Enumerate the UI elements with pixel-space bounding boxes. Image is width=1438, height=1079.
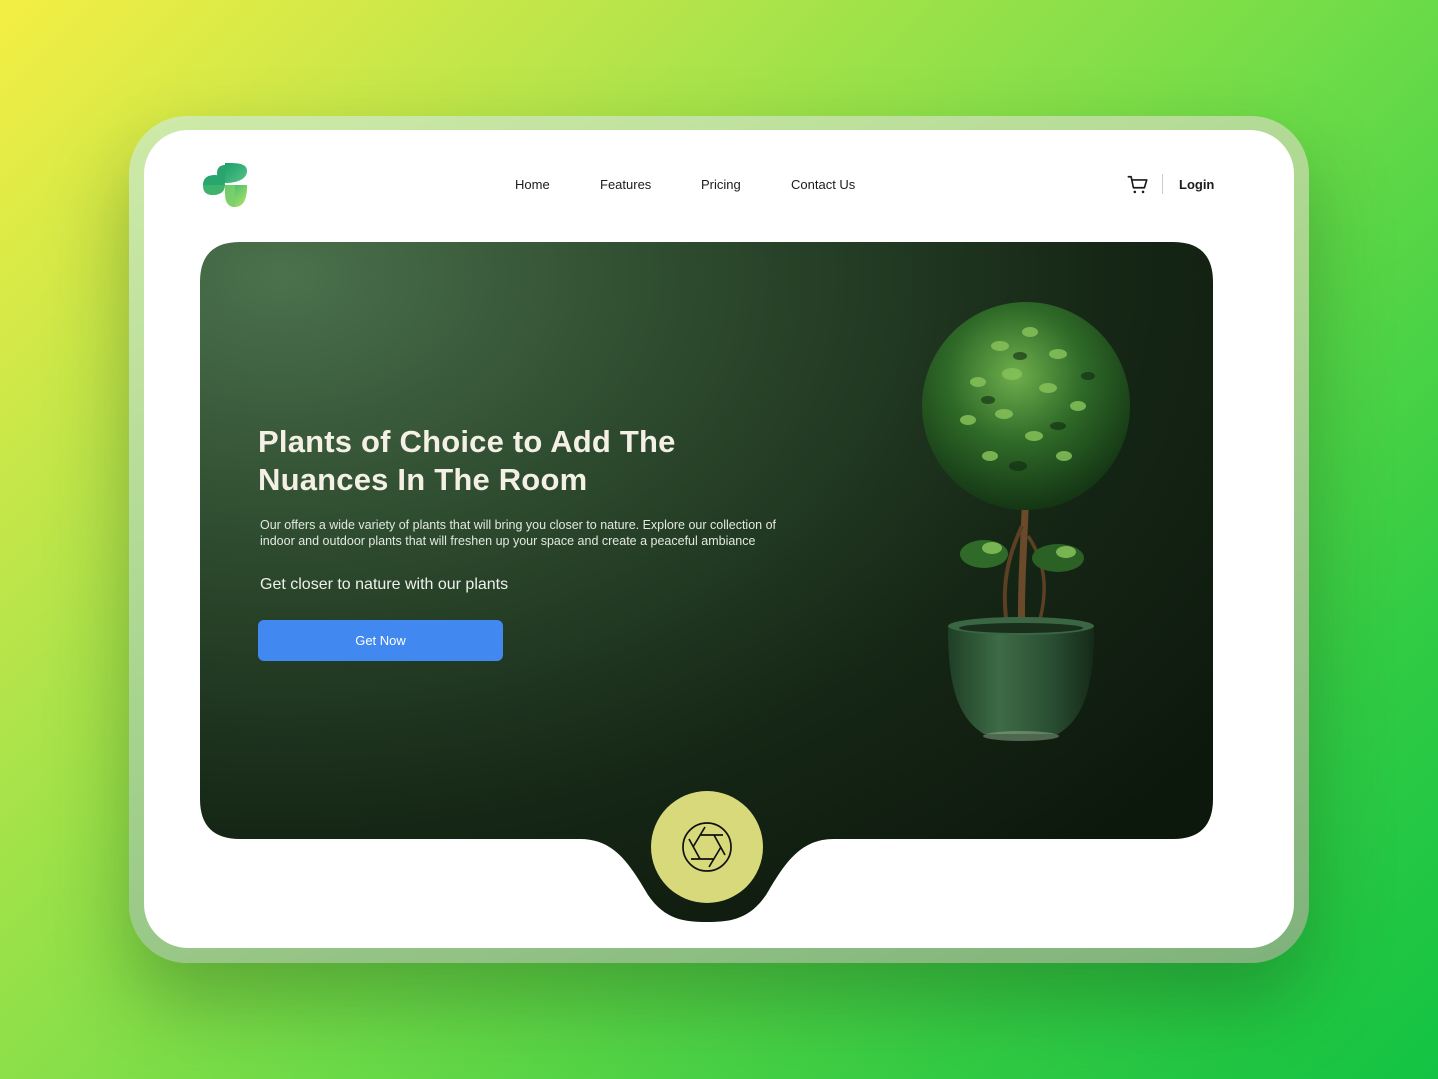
- cart-icon[interactable]: [1127, 174, 1149, 196]
- hero-tagline: Get closer to nature with our plants: [260, 576, 509, 593]
- potted-plant-image: [922, 302, 1130, 741]
- nav-home[interactable]: Home: [515, 177, 550, 192]
- camera-button[interactable]: [651, 791, 763, 903]
- login-link[interactable]: Login: [1179, 177, 1214, 192]
- hero-title: Plants of Choice to Add The Nuances In T…: [258, 424, 676, 497]
- header-divider: [1162, 174, 1163, 194]
- camera-aperture-icon: [682, 822, 732, 872]
- nav-pricing[interactable]: Pricing: [701, 177, 741, 192]
- main-nav: Home Features Pricing Contact Us: [144, 177, 1294, 197]
- nav-features[interactable]: Features: [600, 177, 651, 192]
- hero-description: Our offers a wide variety of plants that…: [260, 518, 776, 548]
- nav-contact-us[interactable]: Contact Us: [791, 177, 855, 192]
- get-now-button[interactable]: Get Now: [258, 620, 503, 661]
- web-page-card: Home Features Pricing Contact Us Login P…: [144, 130, 1294, 948]
